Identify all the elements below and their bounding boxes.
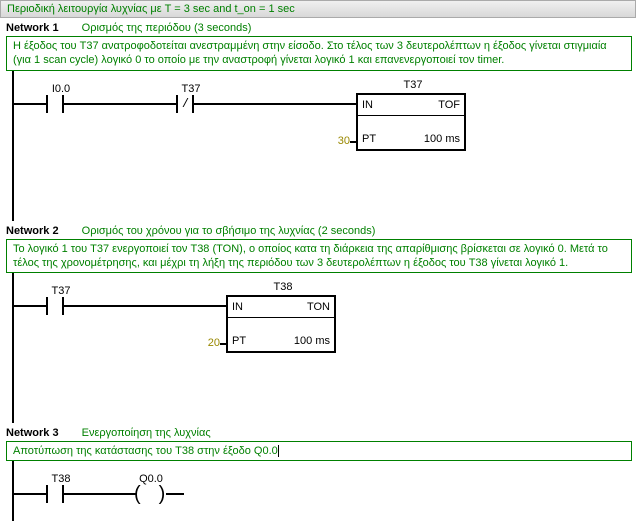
timer-preset: 30 bbox=[320, 135, 350, 147]
timer-name: T38 bbox=[228, 281, 338, 293]
network-label: Network 3 bbox=[6, 427, 59, 439]
text-cursor bbox=[278, 445, 279, 457]
timer-block[interactable]: T37 IN TOF PT 100 ms bbox=[356, 93, 466, 151]
timer-name: T37 bbox=[358, 79, 468, 91]
left-rail bbox=[12, 71, 14, 221]
timer-separator bbox=[358, 115, 464, 116]
network-header: Network 1 Ορισμός της περιόδου (3 second… bbox=[0, 18, 636, 36]
contact-nc[interactable]: / bbox=[176, 95, 194, 113]
network-title: Ορισμός του χρόνου για το σβήσιμο της λυ… bbox=[82, 225, 376, 237]
contact-label: T37 bbox=[166, 83, 216, 95]
wire bbox=[220, 343, 226, 345]
program-title-bar: Περιοδική λειτουργία λυχνίας με T = 3 se… bbox=[0, 0, 636, 18]
timer-pt-label: PT bbox=[362, 133, 376, 145]
wire bbox=[64, 493, 136, 495]
contact-no[interactable] bbox=[46, 95, 64, 113]
timer-type: TON bbox=[307, 301, 330, 313]
timer-in-label: IN bbox=[232, 301, 243, 313]
network-title: Ορισμός της περιόδου (3 seconds) bbox=[82, 22, 252, 34]
ladder-rung: I0.0 T37 / T37 IN TOF PT 100 ms 30 bbox=[6, 71, 636, 221]
network-comment[interactable]: Αποτύπωση της κατάστασης του T38 στην έξ… bbox=[6, 441, 632, 461]
contact-no[interactable] bbox=[46, 485, 64, 503]
network-label: Network 1 bbox=[6, 22, 59, 34]
contact-label: I0.0 bbox=[36, 83, 86, 95]
network-label: Network 2 bbox=[6, 225, 59, 237]
timer-block[interactable]: T38 IN TON PT 100 ms bbox=[226, 295, 336, 353]
wire bbox=[14, 493, 46, 495]
contact-label: T38 bbox=[36, 473, 86, 485]
contact-label: T37 bbox=[36, 285, 86, 297]
wire bbox=[64, 305, 226, 307]
contact-no[interactable] bbox=[46, 297, 64, 315]
timer-in-label: IN bbox=[362, 99, 373, 111]
wire bbox=[166, 493, 184, 495]
timer-separator bbox=[228, 317, 334, 318]
left-rail bbox=[12, 461, 14, 521]
wire bbox=[194, 103, 356, 105]
ladder-rung: T37 T38 IN TON PT 100 ms 20 bbox=[6, 273, 636, 423]
network-header: Network 3 Ενεργοποίηση της λυχνίας bbox=[0, 423, 636, 441]
program-title: Περιοδική λειτουργία λυχνίας με T = 3 se… bbox=[7, 3, 295, 15]
network-comment[interactable]: Το λογικό 1 του T37 ενεργοποιεί τον T38 … bbox=[6, 239, 632, 274]
network-comment[interactable]: Η έξοδος του T37 ανατροφοδοτείται ανεστρ… bbox=[6, 36, 632, 71]
ladder-rung: T38 Q0.0 () bbox=[6, 461, 636, 521]
timer-type: TOF bbox=[438, 99, 460, 111]
left-rail bbox=[12, 273, 14, 423]
timer-preset: 20 bbox=[190, 337, 220, 349]
comment-text: Αποτύπωση της κατάστασης του T38 στην έξ… bbox=[13, 445, 278, 457]
wire bbox=[64, 103, 176, 105]
network-title: Ενεργοποίηση της λυχνίας bbox=[82, 427, 211, 439]
wire bbox=[350, 141, 356, 143]
timer-pt-label: PT bbox=[232, 335, 246, 347]
wire bbox=[14, 103, 46, 105]
timer-timebase: 100 ms bbox=[294, 335, 330, 347]
wire bbox=[14, 305, 46, 307]
network-header: Network 2 Ορισμός του χρόνου για το σβήσ… bbox=[0, 221, 636, 239]
timer-timebase: 100 ms bbox=[424, 133, 460, 145]
